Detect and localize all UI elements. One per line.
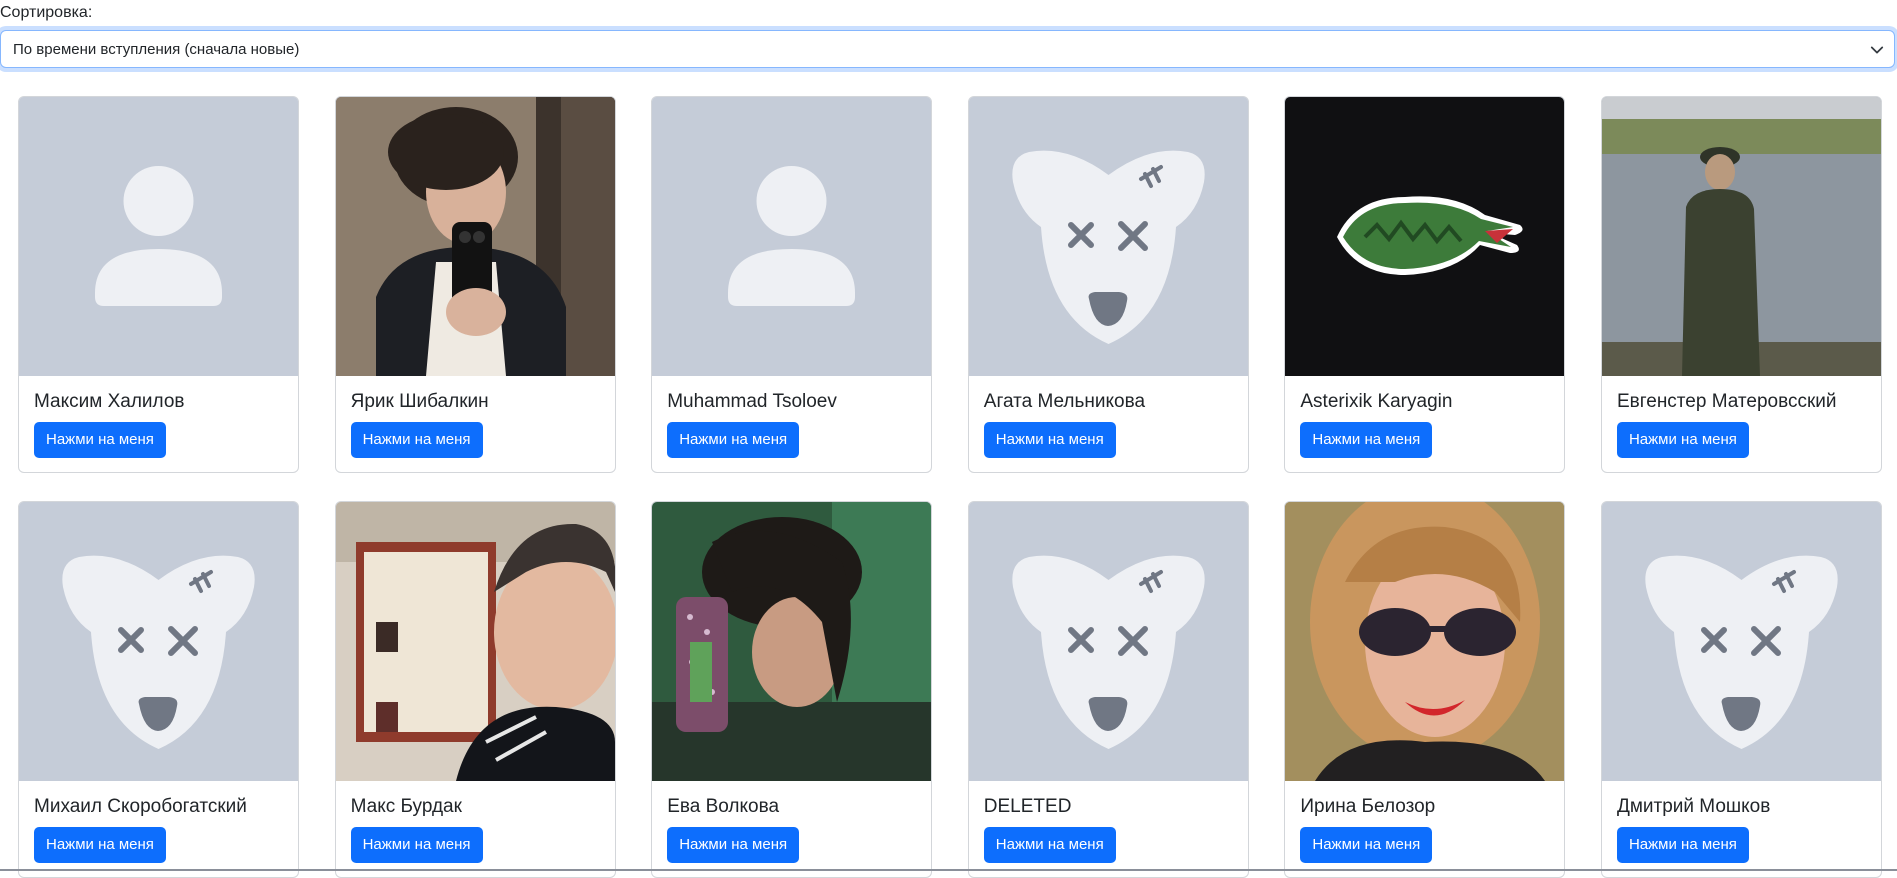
sort-select-value: По времени вступления (сначала новые) <box>13 40 300 58</box>
press-me-button[interactable]: Нажми на меня <box>1300 827 1433 863</box>
member-card: Ярик Шибалкин Нажми на меня <box>334 96 616 473</box>
member-name[interactable]: Агата Мельникова <box>984 390 1145 414</box>
member-name[interactable]: Макс Бурдак <box>351 795 462 819</box>
member-card: Muhammad Tsoloev Нажми на меня <box>651 96 933 473</box>
press-me-button[interactable]: Нажми на меня <box>1616 422 1749 458</box>
crocodile-logo-photo <box>1285 97 1565 376</box>
member-name[interactable]: Максим Халилов <box>34 390 185 414</box>
man-by-lake-photo <box>1601 97 1881 376</box>
member-name[interactable]: DELETED <box>984 795 1072 819</box>
member-card: Ева Волкова Нажми на меня <box>651 501 933 878</box>
woman-sunglasses-photo <box>1285 502 1565 781</box>
press-me-button[interactable]: Нажми на меня <box>350 422 483 458</box>
member-card: Макс Бурдак Нажми на меня <box>334 501 616 878</box>
member-card: Ирина Белозор Нажми на меня <box>1284 501 1566 878</box>
member-name[interactable]: Дмитрий Мошков <box>1617 795 1770 819</box>
press-me-button[interactable]: Нажми на меня <box>34 422 166 458</box>
press-me-button[interactable]: Нажми на меня <box>350 827 483 863</box>
press-me-button[interactable]: Нажми на меня <box>1300 422 1433 458</box>
avatar[interactable] <box>19 97 298 376</box>
member-name[interactable]: Евгенстер Матеровсский <box>1617 390 1837 414</box>
default-person-avatar-icon <box>652 97 932 376</box>
member-card: Asterixik Karyagin Нажми на меня <box>1284 96 1566 473</box>
member-name[interactable]: Asterixik Karyagin <box>1300 390 1452 414</box>
member-name[interactable]: Ирина Белозор <box>1300 795 1435 819</box>
press-me-button[interactable]: Нажми на меня <box>983 422 1116 458</box>
member-card: Дмитрий Мошков Нажми на меня <box>1600 501 1882 878</box>
member-name[interactable]: Михаил Скоробогатский <box>34 795 247 819</box>
member-name[interactable]: Ева Волкова <box>667 795 779 819</box>
press-me-button[interactable]: Нажми на меня <box>34 827 166 863</box>
avatar[interactable] <box>19 502 298 781</box>
deleted-dog-avatar-icon <box>1601 502 1881 781</box>
member-card: Евгенстер Матеровсский Нажми на меня <box>1600 96 1882 473</box>
avatar[interactable] <box>968 502 1248 781</box>
girl-mirror-photo <box>652 502 932 781</box>
avatar[interactable] <box>652 502 932 781</box>
avatar[interactable] <box>968 97 1248 376</box>
mirror-selfie-photo <box>335 97 615 376</box>
member-card: Михаил Скоробогатский Нажми на меня <box>18 501 299 878</box>
press-me-button[interactable]: Нажми на меня <box>667 827 800 863</box>
member-name[interactable]: Muhammad Tsoloev <box>667 390 837 414</box>
deleted-dog-avatar-icon <box>968 97 1248 376</box>
avatar[interactable] <box>652 97 932 376</box>
press-me-button[interactable]: Нажми на меня <box>1616 827 1749 863</box>
member-name[interactable]: Ярик Шибалкин <box>351 390 489 414</box>
sort-label: Сортировка: <box>0 4 93 21</box>
member-card: DELETED Нажми на меня <box>967 501 1249 878</box>
members-grid: Максим Халилов Нажми на меня Ярик Шибалк… <box>18 96 1882 878</box>
deleted-dog-avatar-icon <box>968 502 1248 781</box>
avatar[interactable] <box>335 97 615 376</box>
avatar[interactable] <box>1601 97 1881 376</box>
member-card: Максим Халилов Нажми на меня <box>18 96 299 473</box>
chevron-down-icon <box>1870 46 1884 54</box>
boy-selfie-photo <box>335 502 615 781</box>
press-me-button[interactable]: Нажми на меня <box>667 422 800 458</box>
member-card: Агата Мельникова Нажми на меня <box>967 96 1249 473</box>
press-me-button[interactable]: Нажми на меня <box>983 827 1116 863</box>
deleted-dog-avatar-icon <box>19 502 298 781</box>
default-person-avatar-icon <box>19 97 298 376</box>
avatar[interactable] <box>1285 97 1565 376</box>
avatar[interactable] <box>1601 502 1881 781</box>
avatar[interactable] <box>1285 502 1565 781</box>
sort-select[interactable]: По времени вступления (сначала новые) <box>0 30 1895 68</box>
avatar[interactable] <box>335 502 615 781</box>
